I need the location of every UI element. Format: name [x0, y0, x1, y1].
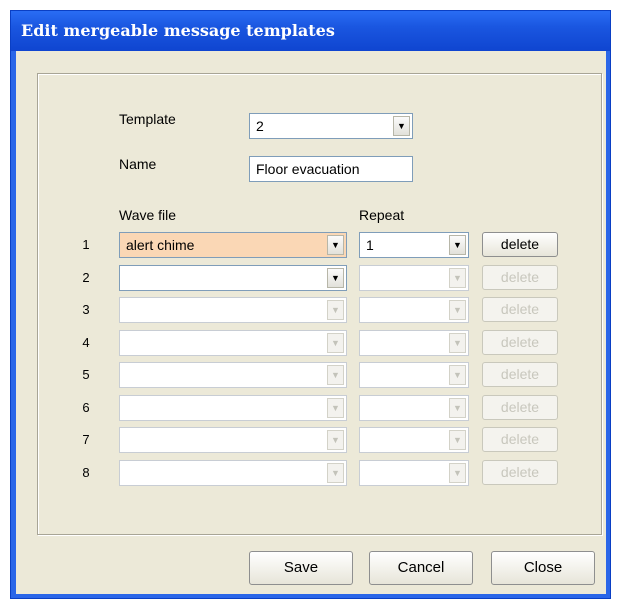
- chevron-down-icon[interactable]: ▼: [327, 235, 344, 255]
- chevron-down-icon[interactable]: ▼: [449, 333, 466, 353]
- wave-file-select[interactable]: ▼: [119, 460, 347, 486]
- chevron-down-icon[interactable]: ▼: [449, 235, 466, 255]
- chevron-down-icon[interactable]: ▼: [449, 463, 466, 483]
- delete-button[interactable]: delete: [482, 330, 558, 355]
- chevron-down-icon[interactable]: ▼: [327, 398, 344, 418]
- chevron-down-icon[interactable]: ▼: [327, 300, 344, 320]
- repeat-select[interactable]: ▼: [359, 297, 469, 323]
- wave-file-value: alert chime: [126, 237, 195, 253]
- wave-file-select[interactable]: ▼: [119, 427, 347, 453]
- row-number: 7: [82, 432, 90, 447]
- delete-button[interactable]: delete: [482, 232, 558, 257]
- dialog-window: Edit mergeable message templates Templat…: [10, 10, 611, 599]
- repeat-select[interactable]: ▼: [359, 395, 469, 421]
- delete-button[interactable]: delete: [482, 460, 558, 485]
- wave-file-header: Wave file: [119, 207, 177, 223]
- cancel-button[interactable]: Cancel: [369, 551, 473, 585]
- window-border-bottom: [11, 594, 610, 598]
- delete-button[interactable]: delete: [482, 265, 558, 290]
- window-border-right: [606, 51, 610, 598]
- repeat-select[interactable]: ▼: [359, 427, 469, 453]
- repeat-value: 1: [366, 237, 374, 253]
- title-bar[interactable]: Edit mergeable message templates: [11, 11, 610, 51]
- repeat-select[interactable]: 1 ▼: [359, 232, 469, 258]
- row-number: 2: [82, 270, 90, 285]
- delete-button[interactable]: delete: [482, 395, 558, 420]
- name-label: Name: [119, 156, 157, 172]
- chevron-down-icon[interactable]: ▼: [327, 333, 344, 353]
- chevron-down-icon[interactable]: ▼: [327, 268, 344, 288]
- row-number: 4: [82, 335, 90, 350]
- chevron-down-icon[interactable]: ▼: [327, 463, 344, 483]
- wave-file-select[interactable]: ▼: [119, 395, 347, 421]
- repeat-select[interactable]: ▼: [359, 330, 469, 356]
- window-border-left: [11, 51, 16, 598]
- wave-file-select[interactable]: ▼: [119, 330, 347, 356]
- wave-file-select[interactable]: alert chime ▼: [119, 232, 347, 258]
- delete-button[interactable]: delete: [482, 362, 558, 387]
- chevron-down-icon[interactable]: ▼: [449, 430, 466, 450]
- repeat-select[interactable]: ▼: [359, 460, 469, 486]
- template-value: 2: [256, 118, 264, 134]
- delete-button[interactable]: delete: [482, 297, 558, 322]
- chevron-down-icon[interactable]: ▼: [449, 300, 466, 320]
- repeat-header: Repeat: [359, 207, 405, 223]
- row-number: 6: [82, 400, 90, 415]
- row-number: 1: [82, 237, 90, 252]
- name-input[interactable]: Floor evacuation: [249, 156, 413, 182]
- row-number: 5: [82, 367, 90, 382]
- row-number: 3: [82, 302, 90, 317]
- chevron-down-icon[interactable]: ▼: [449, 398, 466, 418]
- repeat-select[interactable]: ▼: [359, 362, 469, 388]
- wave-file-select[interactable]: ▼: [119, 265, 347, 291]
- wave-file-select[interactable]: ▼: [119, 362, 347, 388]
- delete-button[interactable]: delete: [482, 427, 558, 452]
- row-number: 8: [82, 465, 90, 480]
- chevron-down-icon[interactable]: ▼: [327, 430, 344, 450]
- chevron-down-icon[interactable]: ▼: [393, 116, 410, 136]
- repeat-select[interactable]: ▼: [359, 265, 469, 291]
- chevron-down-icon[interactable]: ▼: [449, 365, 466, 385]
- save-button[interactable]: Save: [249, 551, 353, 585]
- template-select[interactable]: 2 ▼: [249, 113, 413, 139]
- wave-file-select[interactable]: ▼: [119, 297, 347, 323]
- chevron-down-icon[interactable]: ▼: [327, 365, 344, 385]
- chevron-down-icon[interactable]: ▼: [449, 268, 466, 288]
- close-button[interactable]: Close: [491, 551, 595, 585]
- template-label: Template: [119, 111, 176, 127]
